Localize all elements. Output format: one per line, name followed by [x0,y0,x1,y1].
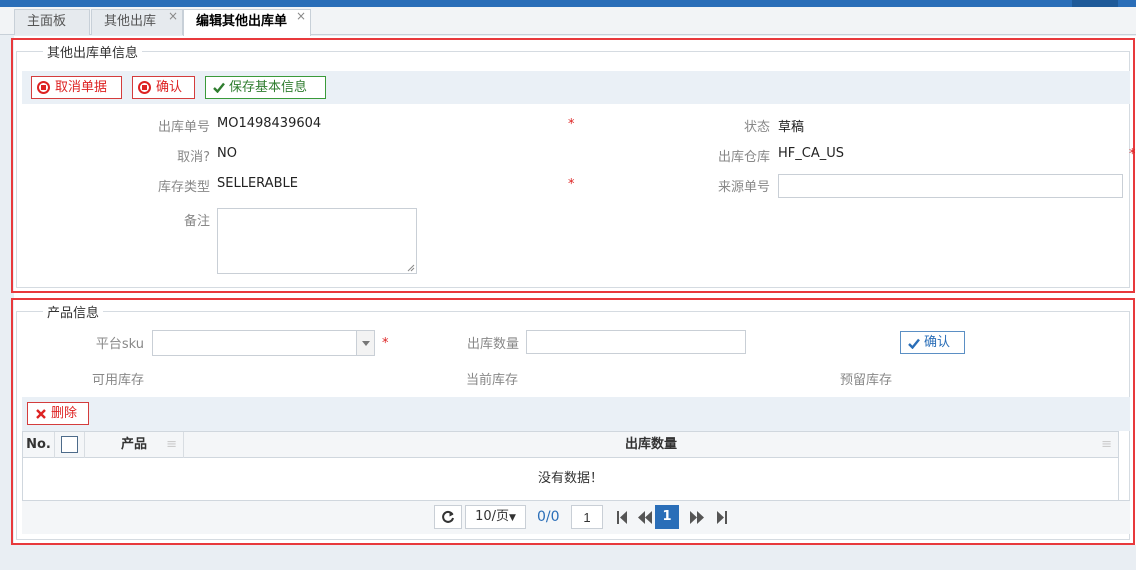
tab-edit-other-outbound[interactable]: 编辑其他出库单 × [183,9,311,36]
required-mark: * [1129,147,1136,162]
cancelled-value: NO [217,146,237,161]
remark-label: 备注 [183,214,210,229]
top-bar-corner [1072,0,1118,7]
tab-label: 其他出库 [104,14,157,29]
current-page-button[interactable]: 1 [655,505,679,529]
product-info-legend: 产品信息 [47,306,100,321]
delete-label: 删除 [51,406,78,421]
current-stock-label: 当前库存 [465,373,518,388]
stop-circle-icon [138,81,151,94]
outbound-qty-input[interactable] [526,330,746,354]
save-basic-info-label: 保存基本信息 [229,80,308,95]
first-page-icon[interactable] [616,511,628,524]
tab-other-outbound[interactable]: 其他出库 × [91,9,183,35]
source-no-input[interactable] [778,174,1123,198]
close-icon[interactable]: × [296,4,306,28]
last-page-icon[interactable] [716,511,728,524]
warehouse-value: HF_CA_US [778,146,844,161]
warehouse-label: 出库仓库 [717,150,770,165]
resize-handle-icon[interactable] [407,264,415,272]
confirm-button[interactable]: 确认 [132,76,195,99]
caret-down-icon: ▼ [509,513,516,523]
tab-label: 主面板 [27,14,67,29]
close-icon [36,409,46,419]
delete-button[interactable]: 删除 [27,402,89,425]
cancelled-label: 取消? [177,150,210,165]
reserved-stock-label: 预留库存 [839,373,892,388]
grid-empty-message: 没有数据！ [537,471,603,486]
available-stock-label: 可用库存 [91,373,144,388]
select-all-checkbox[interactable] [61,436,78,453]
status-label: 状态 [743,120,770,135]
record-count: 0/0 [537,509,560,525]
column-menu-icon[interactable]: ≡ [1101,432,1112,458]
tab-dashboard[interactable]: 主面板 [14,9,90,35]
stock-type-value: SELLERABLE [217,176,298,191]
add-product-confirm-button[interactable]: 确认 [900,331,965,354]
column-header-outbound-qty-label: 出库数量 [624,437,677,452]
stop-circle-icon [37,81,50,94]
close-icon[interactable]: × [168,4,178,28]
tab-bar: 主面板 其他出库 × 编辑其他出库单 × [0,7,1136,36]
platform-sku-select[interactable] [152,330,375,356]
grid-pager: 10/页▼ 0/0 1 [22,500,1130,534]
grid-toolbar [22,397,1130,431]
next-page-icon[interactable] [689,511,705,524]
product-grid: No. 产品 ≡ 出库数量 ≡ 没有数据！ [22,431,1119,501]
order-no-value: MO1498439604 [217,116,322,131]
page-size-value: 10/页 [475,509,509,524]
cancel-document-label: 取消单据 [55,80,108,95]
select-all-cell [55,432,85,458]
remark-textarea[interactable] [217,208,417,274]
refresh-button[interactable] [434,505,462,529]
column-header-product-label: 产品 [120,437,147,452]
source-no-label: 来源单号 [717,180,770,195]
refresh-icon [442,510,454,523]
grid-header: No. 产品 ≡ 出库数量 ≡ [23,432,1118,458]
column-menu-icon[interactable]: ≡ [166,432,177,458]
column-header-outbound-qty[interactable]: 出库数量 ≡ [184,432,1118,458]
platform-sku-label: 平台sku [95,337,144,352]
stock-type-label: 库存类型 [157,180,210,195]
check-icon [213,82,225,93]
save-basic-info-button[interactable]: 保存基本信息 [205,76,326,99]
column-header-product[interactable]: 产品 ≡ [85,432,184,458]
previous-page-icon[interactable] [637,511,653,524]
status-value: 草稿 [778,120,805,135]
confirm-label: 确认 [156,80,183,95]
tab-label: 编辑其他出库单 [196,14,288,29]
order-info-legend: 其他出库单信息 [47,46,139,61]
add-product-confirm-label: 确认 [924,335,951,350]
page-size-select[interactable]: 10/页▼ [465,505,526,529]
cancel-document-button[interactable]: 取消单据 [31,76,122,99]
chevron-down-icon[interactable] [356,331,374,355]
order-no-label: 出库单号 [157,120,210,135]
outbound-qty-label: 出库数量 [466,337,519,352]
required-mark: * [568,117,575,132]
footer-area [14,545,1136,570]
page-number-input[interactable] [571,505,603,529]
required-mark: * [568,177,575,192]
required-mark: * [382,336,389,351]
column-header-no: No. [23,432,55,458]
check-icon [908,338,920,349]
